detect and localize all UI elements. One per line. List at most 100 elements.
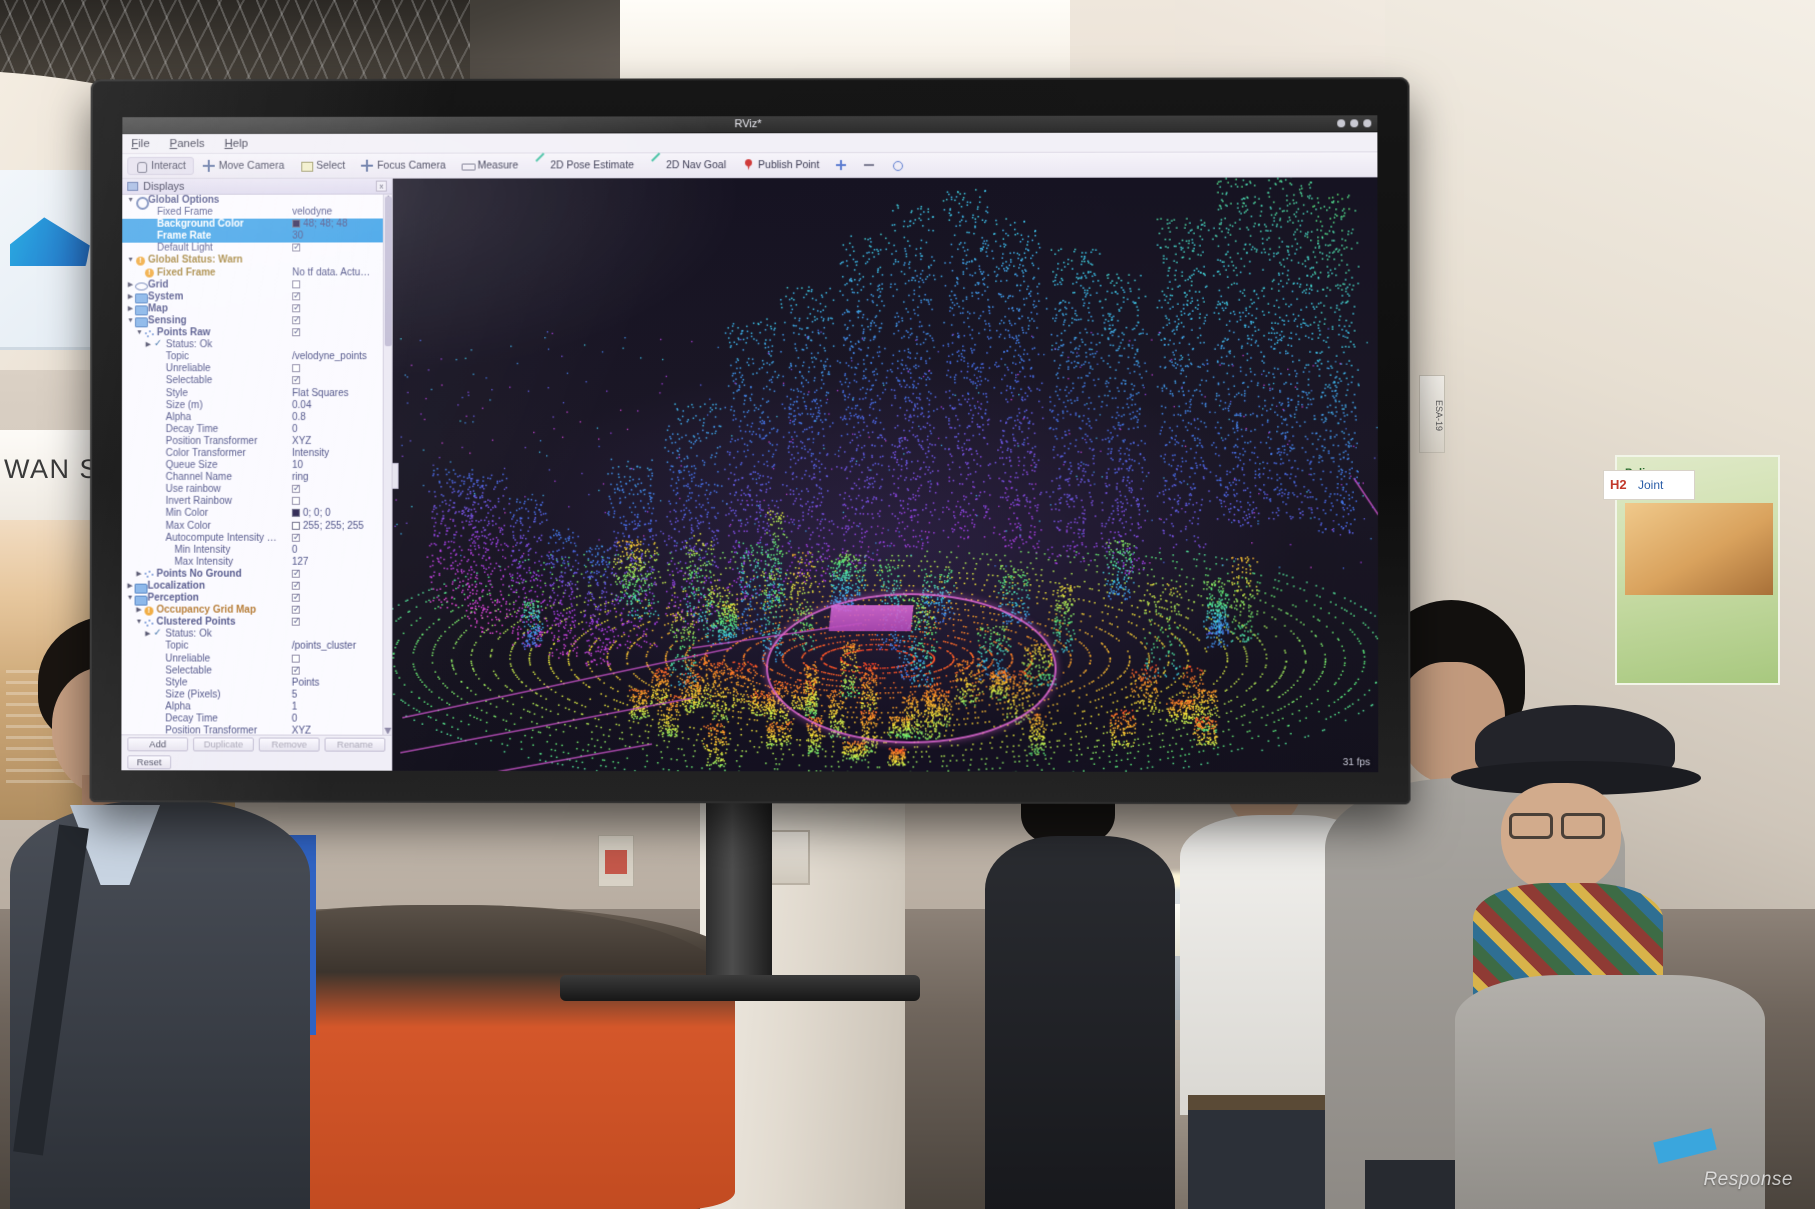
- tree-row-value[interactable]: 255; 255; 255: [291, 520, 392, 532]
- tree-row-value[interactable]: 0: [292, 714, 392, 726]
- add-button[interactable]: Add: [127, 737, 189, 752]
- tree-row[interactable]: Size (m) 0.04: [122, 400, 392, 412]
- twisty-closed-icon[interactable]: ▶: [126, 581, 135, 593]
- tree-row[interactable]: Topic/velodyne_points: [122, 351, 392, 363]
- tree-row-value[interactable]: 30: [292, 231, 392, 243]
- color-swatch[interactable]: [292, 219, 301, 228]
- tree-row-value[interactable]: /points_cluster: [292, 641, 392, 653]
- tree-row[interactable]: ▼ Global Options: [122, 195, 392, 207]
- tree-row[interactable]: Decay Time 0: [122, 424, 392, 436]
- twisty-open-icon[interactable]: ▼: [135, 617, 144, 629]
- tree-row[interactable]: Unreliable: [122, 363, 392, 375]
- checkbox-checked[interactable]: [292, 292, 301, 301]
- checkbox-checked[interactable]: [291, 569, 300, 578]
- display-tree[interactable]: ▼ Global Options Fixed Frame velodyne Backgr…: [121, 194, 392, 735]
- tree-row-value[interactable]: [292, 243, 392, 255]
- twisty-closed-icon[interactable]: ▶: [126, 279, 135, 291]
- tool-2d-pose-estimate[interactable]: 2D Pose Estimate: [527, 157, 641, 173]
- twisty-closed-icon[interactable]: ▶: [126, 303, 135, 315]
- tree-row[interactable]: ▶ Points No Ground: [122, 569, 392, 581]
- rename-button[interactable]: Rename: [324, 737, 386, 752]
- color-swatch[interactable]: [291, 509, 300, 518]
- tool-minus[interactable]: [856, 157, 882, 173]
- window-controls[interactable]: [1337, 119, 1372, 128]
- tool-2d-nav-goal[interactable]: 2D Nav Goal: [643, 157, 733, 173]
- tree-row[interactable]: Color Transformer Intensity: [122, 448, 392, 460]
- tree-row-value[interactable]: [291, 532, 392, 544]
- tool-measure[interactable]: Measure: [455, 157, 526, 173]
- tree-row[interactable]: Size (Pixels) 5: [121, 689, 391, 701]
- displays-reset-row[interactable]: Reset: [121, 753, 392, 771]
- tree-row-value[interactable]: 1: [292, 702, 392, 714]
- tree-row[interactable]: Selectable: [122, 376, 392, 388]
- twisty-closed-icon[interactable]: ▶: [143, 629, 152, 641]
- tree-row[interactable]: ▼ Sensing: [122, 315, 392, 327]
- tree-row-value[interactable]: [291, 665, 392, 677]
- twisty-closed-icon[interactable]: ▶: [135, 569, 144, 581]
- displays-buttons-row[interactable]: Add Duplicate Remove Rename: [121, 734, 392, 754]
- tree-row[interactable]: ▼ Clustered Points: [122, 617, 392, 629]
- tree-row[interactable]: ▶ System: [122, 291, 392, 303]
- tree-row-value[interactable]: XYZ: [292, 726, 392, 735]
- tree-row-value[interactable]: 5: [292, 689, 392, 701]
- twisty-open-icon[interactable]: ▼: [126, 195, 135, 207]
- tree-row-value[interactable]: 48; 48; 48: [292, 219, 392, 231]
- tool-focus-camera[interactable]: Focus Camera: [354, 158, 452, 174]
- checkbox-unchecked[interactable]: [292, 280, 301, 289]
- tree-row-value[interactable]: [292, 363, 392, 375]
- twisty-closed-icon[interactable]: ▶: [144, 339, 153, 351]
- checkbox-unchecked[interactable]: [292, 364, 301, 373]
- checkbox-checked[interactable]: [292, 304, 301, 313]
- maximize-icon[interactable]: [1350, 119, 1359, 128]
- close-icon[interactable]: [1363, 119, 1372, 128]
- menu-bar[interactable]: File Panels Help: [122, 132, 1378, 155]
- tree-row[interactable]: ▶ Status: Ok: [122, 629, 392, 641]
- tree-row[interactable]: Fixed Frame velodyne: [122, 207, 392, 219]
- tree-row-value[interactable]: [291, 653, 392, 665]
- tree-row-value[interactable]: [292, 315, 392, 327]
- tree-row[interactable]: ▶ Status: Ok: [122, 339, 392, 351]
- tree-row-value[interactable]: 0: [292, 424, 392, 436]
- tree-row-value[interactable]: No tf data. Actu…: [292, 267, 392, 279]
- remove-button[interactable]: Remove: [258, 737, 320, 752]
- checkbox-checked[interactable]: [292, 376, 301, 385]
- tree-row-value[interactable]: [291, 484, 392, 496]
- reset-button[interactable]: Reset: [127, 754, 172, 769]
- menu-item-panels[interactable]: Panels: [170, 137, 205, 149]
- tree-row[interactable]: Use rainbow: [122, 484, 392, 496]
- tree-row-value[interactable]: Intensity: [292, 448, 392, 460]
- tree-row-value[interactable]: [291, 617, 392, 629]
- tree-row-value[interactable]: 127: [292, 557, 392, 569]
- display-tree-scrollbar[interactable]: [382, 194, 392, 735]
- tree-row[interactable]: Alpha 1: [121, 701, 391, 713]
- displays-close-button[interactable]: x: [375, 180, 387, 192]
- tree-row-value[interactable]: [292, 376, 392, 388]
- checkbox-checked[interactable]: [291, 617, 300, 626]
- tree-row[interactable]: Background Color 48; 48; 48: [122, 218, 392, 232]
- tree-row[interactable]: Fixed Frame No tf data. Actu…: [122, 267, 392, 279]
- tree-row[interactable]: ▶ Map: [122, 303, 392, 315]
- tree-row-value[interactable]: [292, 291, 392, 303]
- tree-row-value[interactable]: ring: [292, 472, 392, 484]
- tool-bar[interactable]: Interact Move Camera Select Focus Camera Mea…: [122, 152, 1378, 179]
- tree-row[interactable]: Topic/points_cluster: [122, 641, 392, 653]
- 3d-render-view[interactable]: 31 fps: [392, 177, 1379, 773]
- menu-item-help[interactable]: Help: [224, 137, 248, 149]
- tree-row-value[interactable]: [291, 581, 392, 593]
- tree-row-value[interactable]: XYZ: [292, 436, 392, 448]
- checkbox-checked[interactable]: [292, 328, 301, 337]
- tree-row-value[interactable]: 0; 0; 0: [291, 508, 392, 520]
- tree-row[interactable]: Decay Time 0: [121, 713, 391, 725]
- twisty-closed-icon[interactable]: ▶: [135, 605, 144, 617]
- tree-row-value[interactable]: [291, 496, 392, 508]
- tree-row[interactable]: Max Intensity 127: [122, 556, 392, 568]
- twisty-open-icon[interactable]: ▼: [135, 327, 144, 339]
- tree-row-value[interactable]: Points: [292, 677, 392, 689]
- tree-row-value[interactable]: velodyne: [292, 207, 392, 219]
- tree-row[interactable]: ▶ Localization: [122, 581, 392, 593]
- tree-row[interactable]: Unreliable: [122, 653, 392, 665]
- checkbox-checked[interactable]: [291, 533, 300, 542]
- tree-row-value[interactable]: 0.04: [292, 400, 392, 412]
- tree-row-value[interactable]: [291, 569, 392, 581]
- tree-row[interactable]: Invert Rainbow: [122, 496, 392, 508]
